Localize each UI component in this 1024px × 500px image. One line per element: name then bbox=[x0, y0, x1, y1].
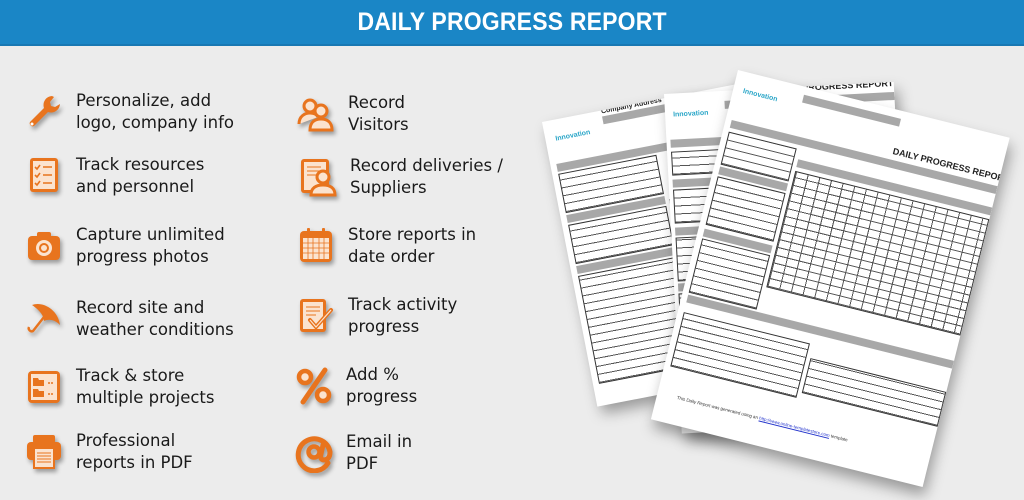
feature-text: multiple projects bbox=[76, 388, 215, 407]
percent-icon bbox=[294, 366, 334, 406]
feature-text: PDF bbox=[346, 454, 379, 473]
feature-deliveries: Record deliveries / Suppliers bbox=[298, 155, 503, 199]
feature-text: date order bbox=[348, 247, 435, 266]
feature-text: Store reports in bbox=[348, 225, 477, 244]
report-previews: Innovation Company Address DAILY PROGRES… bbox=[530, 60, 1024, 500]
feature-text: Professional bbox=[76, 431, 176, 450]
folders-icon bbox=[24, 367, 64, 407]
checklist-icon bbox=[24, 156, 64, 196]
wrench-icon bbox=[24, 92, 64, 132]
feature-text: Track activity bbox=[348, 295, 458, 314]
company-logo: Innovation bbox=[742, 87, 779, 104]
header-banner: DAILY PROGRESS REPORT bbox=[0, 0, 1024, 46]
footer-suffix: template bbox=[830, 433, 849, 443]
feature-text: Suppliers bbox=[350, 178, 427, 197]
feature-text: Record bbox=[348, 93, 406, 112]
page-title: DAILY PROGRESS REPORT bbox=[357, 7, 667, 36]
feature-text: and personnel bbox=[76, 177, 195, 196]
umbrella-icon bbox=[24, 299, 64, 339]
feature-text: Personalize, add bbox=[76, 91, 212, 110]
feature-text: Record deliveries / bbox=[350, 156, 503, 175]
feature-text: progress bbox=[348, 317, 420, 336]
feature-photos: Capture unlimited progress photos bbox=[24, 224, 225, 268]
feature-visitors: Record Visitors bbox=[296, 92, 409, 136]
feature-text: progress bbox=[346, 387, 418, 406]
feature-text: reports in PDF bbox=[76, 453, 193, 472]
feature-text: progress photos bbox=[76, 247, 209, 266]
company-logo: Innovation bbox=[672, 109, 709, 119]
feature-weather: Record site and weather conditions bbox=[24, 297, 234, 341]
at-sign-icon bbox=[294, 433, 334, 473]
feature-email: Email in PDF bbox=[294, 431, 412, 475]
feature-percent: Add % progress bbox=[294, 364, 417, 408]
feature-text: Track & store bbox=[76, 366, 185, 385]
printer-icon bbox=[24, 432, 64, 472]
supplier-icon bbox=[298, 157, 338, 197]
camera-icon bbox=[24, 226, 64, 266]
feature-activity: Track activity progress bbox=[296, 294, 457, 338]
feature-resources: Track resources and personnel bbox=[24, 154, 204, 198]
feature-pdf-reports: Professional reports in PDF bbox=[24, 430, 193, 474]
feature-text: weather conditions bbox=[76, 320, 234, 339]
feature-text: logo, company info bbox=[76, 113, 234, 132]
feature-text: Record site and bbox=[76, 298, 205, 317]
footer-text: This Daily Report was generated using an bbox=[676, 395, 759, 421]
feature-personalize: Personalize, add logo, company info bbox=[24, 90, 234, 134]
feature-text: Add % bbox=[346, 365, 399, 384]
feature-date-order: Store reports in date order bbox=[296, 224, 476, 268]
report-footer: This Daily Report was generated using an… bbox=[676, 395, 848, 442]
feature-text: Visitors bbox=[348, 115, 409, 134]
calendar-icon bbox=[296, 226, 336, 266]
footer-link[interactable]: http://www.online-templatestore.com bbox=[759, 416, 831, 438]
document-check-icon bbox=[296, 296, 336, 336]
company-logo: Innovation bbox=[554, 129, 591, 143]
feature-text: Capture unlimited bbox=[76, 225, 225, 244]
feature-projects: Track & store multiple projects bbox=[24, 365, 215, 409]
feature-text: Email in bbox=[346, 432, 413, 451]
visitors-icon bbox=[296, 94, 336, 134]
feature-text: Track resources bbox=[76, 155, 205, 174]
